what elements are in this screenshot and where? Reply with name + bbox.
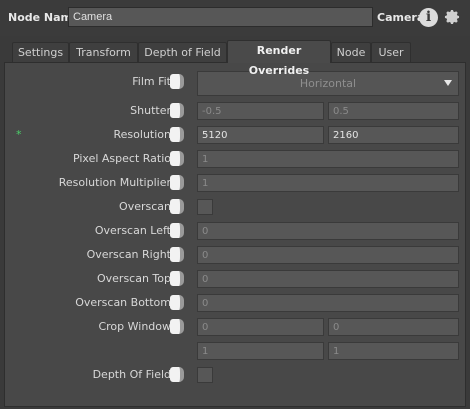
shutter-label: Shutter (130, 104, 171, 117)
node-name-input[interactable] (68, 7, 373, 27)
resolution-row: * Resolution 5120 2160 (5, 125, 467, 145)
crop-window-row-2: 1 1 (5, 341, 467, 361)
overscan-label: Overscan (119, 200, 171, 213)
film-fit-override-toggle[interactable] (170, 74, 184, 89)
crop-window-xmax-field[interactable]: 1 (197, 342, 324, 360)
pixel-aspect-override-toggle[interactable] (170, 151, 184, 166)
render-overrides-panel: Film Fit Horizontal Shutter -0.5 0.5 * R… (4, 62, 466, 407)
pixel-aspect-label: Pixel Aspect Ratio (72, 152, 171, 165)
overscan-top-field[interactable]: 0 (197, 270, 459, 288)
overscan-right-label: Overscan Right (86, 248, 171, 261)
dof-override-toggle[interactable] (170, 367, 184, 382)
overscan-left-label: Overscan Left (94, 224, 171, 237)
overscan-bottom-field[interactable]: 0 (197, 294, 459, 312)
shutter-row: Shutter -0.5 0.5 (5, 101, 467, 121)
film-fit-label: Film Fit (132, 75, 171, 88)
pixel-aspect-row: Pixel Aspect Ratio 1 (5, 149, 467, 169)
node-type-label: Camera (377, 11, 425, 24)
tab-node[interactable]: Node (331, 42, 371, 62)
resolution-label: Resolution (113, 128, 171, 141)
overscan-override-toggle[interactable] (170, 199, 184, 214)
crop-window-label: Crop Window (98, 320, 171, 333)
dof-row: Depth Of Field (5, 365, 467, 385)
shutter-close-field[interactable]: 0.5 (328, 102, 459, 120)
overscan-right-override-toggle[interactable] (170, 247, 184, 262)
res-mult-override-toggle[interactable] (170, 175, 184, 190)
res-mult-field[interactable]: 1 (197, 174, 459, 192)
node-header: Node Name Camera i (0, 0, 470, 36)
chevron-down-icon (444, 80, 452, 86)
pixel-aspect-field[interactable]: 1 (197, 150, 459, 168)
gear-icon[interactable] (443, 8, 461, 26)
overscan-top-row: Overscan Top 0 (5, 269, 467, 289)
modified-marker: * (16, 128, 22, 141)
resolution-height-field[interactable]: 2160 (328, 126, 459, 144)
overscan-bottom-label: Overscan Bottom (75, 296, 171, 309)
tab-render-overrides[interactable]: Render Overrides (227, 40, 331, 77)
crop-window-xmin-field[interactable]: 0 (197, 318, 324, 336)
res-mult-row: Resolution Multiplier 1 (5, 173, 467, 193)
info-icon[interactable]: i (419, 8, 438, 27)
tab-transform[interactable]: Transform (69, 42, 138, 62)
crop-window-ymax-field[interactable]: 1 (328, 342, 459, 360)
crop-window-override-toggle[interactable] (170, 319, 184, 334)
overscan-left-override-toggle[interactable] (170, 223, 184, 238)
crop-window-row: Crop Window 0 0 (5, 317, 467, 337)
tab-depth-of-field[interactable]: Depth of Field (138, 42, 227, 62)
overscan-left-field[interactable]: 0 (197, 222, 459, 240)
film-fit-dropdown[interactable]: Horizontal (197, 71, 459, 96)
tab-settings[interactable]: Settings (12, 42, 69, 62)
crop-window-ymin-field[interactable]: 0 (328, 318, 459, 336)
overscan-top-label: Overscan Top (96, 272, 171, 285)
overscan-left-row: Overscan Left 0 (5, 221, 467, 241)
shutter-open-field[interactable]: -0.5 (197, 102, 324, 120)
overscan-bottom-override-toggle[interactable] (170, 295, 184, 310)
tab-user[interactable]: User (371, 42, 411, 62)
res-mult-label: Resolution Multiplier (58, 176, 171, 189)
overscan-row: Overscan (5, 197, 467, 217)
overscan-bottom-row: Overscan Bottom 0 (5, 293, 467, 313)
overscan-top-override-toggle[interactable] (170, 271, 184, 286)
overscan-right-field[interactable]: 0 (197, 246, 459, 264)
overscan-right-row: Overscan Right 0 (5, 245, 467, 265)
resolution-width-field[interactable]: 5120 (197, 126, 324, 144)
resolution-override-toggle[interactable] (170, 127, 184, 142)
overscan-checkbox[interactable] (197, 199, 213, 215)
dof-checkbox[interactable] (197, 367, 213, 383)
dof-label: Depth Of Field (92, 368, 171, 381)
shutter-override-toggle[interactable] (170, 103, 184, 118)
